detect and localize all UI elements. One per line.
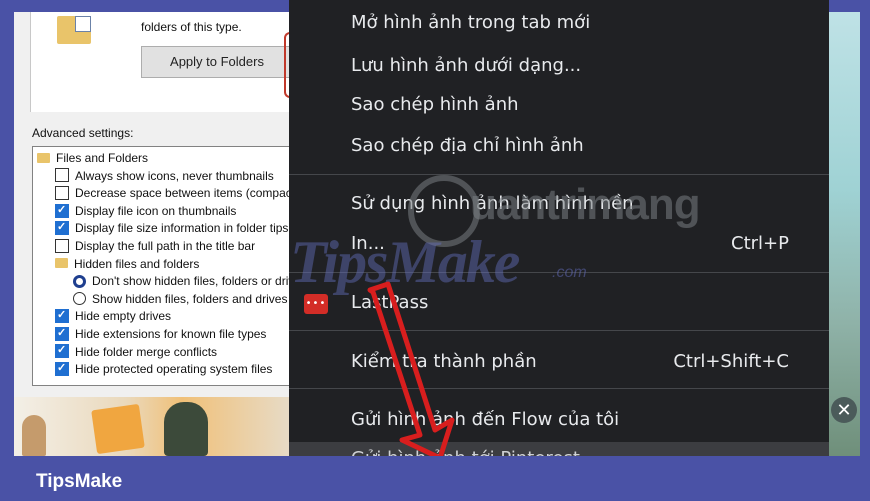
tree-item-label: Hide empty drives (75, 309, 172, 324)
advanced-settings-label: Advanced settings: (32, 126, 134, 140)
frame-left (0, 0, 14, 501)
tree-item-label: Hidden files and folders (74, 256, 200, 271)
quantrimang-watermark: uantrimang (470, 180, 701, 229)
tree-item-label: Hide extensions for known file types (75, 327, 267, 341)
checkbox[interactable] (55, 238, 69, 253)
tipsmake-watermark-suffix: .com (552, 264, 587, 281)
tree-item[interactable]: Display file size information in folder … (55, 219, 289, 236)
folder-icon (55, 258, 68, 269)
tree-item[interactable]: Hide empty drives (55, 307, 172, 324)
checkbox[interactable] (55, 360, 69, 377)
checkbox[interactable] (55, 342, 69, 359)
tree-item-label: Hide folder merge conflicts (75, 344, 218, 359)
tree-item-label: Decrease space between items (compact vi… (75, 186, 296, 201)
promo-image (14, 397, 294, 456)
footer-brand: TipsMake (36, 471, 123, 492)
advanced-settings-tree[interactable]: Files and Folders Always show icons, neve… (32, 146, 296, 386)
folder-hint-text: folders of this type. (141, 20, 242, 34)
radio-button[interactable] (73, 274, 86, 288)
menu-separator (289, 174, 829, 175)
checkbox[interactable] (55, 307, 69, 324)
tree-item-label: Display file size information in folder … (75, 221, 289, 236)
tree-item[interactable]: Display file icon on thumbnails (55, 202, 237, 219)
tree-item[interactable]: Don't show hidden files, folders or driv… (73, 273, 296, 289)
menu-item-label: Sao chép hình ảnh (351, 94, 519, 115)
menu-item[interactable]: Mở hình ảnh trong tab mới (289, 4, 829, 44)
tree-item-label: Display file icon on thumbnails (75, 203, 237, 218)
tree-item[interactable]: Hide extensions for known file types (55, 325, 267, 342)
frame-right (860, 0, 870, 501)
red-arrow-annotation (367, 281, 455, 461)
tree-item-label: Always show icons, never thumbnails (75, 168, 274, 183)
lastpass-icon: ••• (304, 294, 328, 314)
tree-item[interactable]: Files and Folders (37, 150, 148, 166)
checkbox[interactable] (55, 325, 69, 341)
footer-bar (0, 456, 870, 501)
tree-item[interactable]: Display the full path in the title bar (55, 238, 255, 254)
menu-item[interactable]: Sao chép địa chỉ hình ảnh (289, 127, 829, 167)
tree-item[interactable]: Show hidden files, folders and drives (73, 291, 287, 307)
checkbox[interactable] (55, 168, 69, 183)
checkbox[interactable] (55, 186, 69, 201)
background-photo-strip: ✕ (829, 12, 860, 456)
menu-item-label: Lưu hình ảnh dưới dạng... (351, 55, 582, 76)
menu-item-shortcut: Ctrl+P (731, 233, 789, 254)
menu-item-label: Mở hình ảnh trong tab mới (351, 12, 591, 33)
menu-item-shortcut: Ctrl+Shift+C (673, 351, 789, 372)
menu-item[interactable]: Lưu hình ảnh dưới dạng... (289, 47, 829, 87)
tree-item[interactable]: Decrease space between items (compact vi… (55, 185, 296, 201)
checkbox[interactable] (55, 202, 69, 218)
promo-person-left (22, 415, 46, 456)
radio-button[interactable] (73, 292, 86, 306)
tree-item[interactable]: Always show icons, never thumbnails (55, 168, 274, 184)
menu-item[interactable]: Sao chép hình ảnh (289, 86, 829, 126)
folder-icon (57, 16, 91, 44)
tree-item-label: Hide protected operating system files (75, 362, 273, 377)
promo-person (164, 402, 208, 456)
tree-item[interactable]: Hide protected operating system files (55, 360, 273, 377)
folder-options-panel: folders of this type. Apply to Folders A… (14, 12, 296, 456)
tree-item-label: Files and Folders (56, 151, 149, 165)
tree-item-label: Display the full path in the title bar (75, 239, 256, 253)
checkbox[interactable] (55, 219, 69, 236)
tree-item[interactable]: Hide folder merge conflicts (55, 342, 218, 360)
menu-item-label: Sao chép địa chỉ hình ảnh (351, 135, 584, 156)
tree-item-label: Don't show hidden files, folders or driv… (92, 274, 296, 289)
promo-product-box (91, 403, 145, 455)
apply-to-folders-button[interactable]: Apply to Folders (141, 46, 293, 78)
close-icon[interactable]: ✕ (831, 397, 857, 423)
tree-item[interactable]: Hidden files and folders (55, 256, 199, 272)
folder-views-box: folders of this type. Apply to Folders (30, 12, 293, 112)
folder-icon (37, 152, 50, 163)
tree-item-label: Show hidden files, folders and drives (92, 291, 288, 306)
